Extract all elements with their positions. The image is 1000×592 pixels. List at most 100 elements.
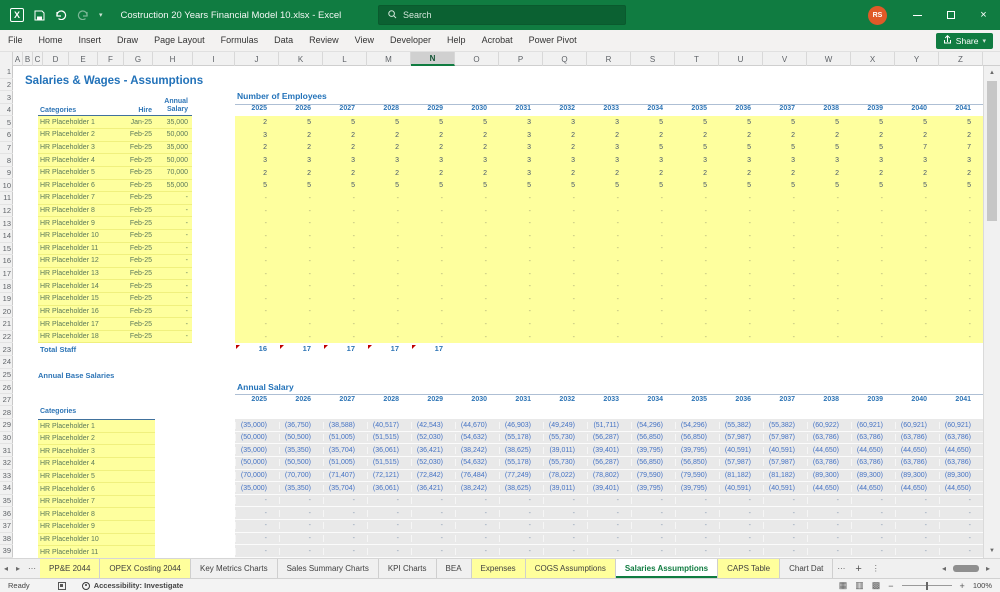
employee-empty-row[interactable]: ----------------- xyxy=(235,331,983,344)
salary-empty-cell[interactable]: - xyxy=(587,497,631,505)
employee-count-cell[interactable]: 3 xyxy=(719,157,763,164)
employee-count-cell[interactable]: 5 xyxy=(895,119,939,126)
employee-count-cell[interactable]: 2 xyxy=(851,170,895,177)
employee-empty-cell[interactable]: - xyxy=(939,233,983,240)
employee-count-cell[interactable]: 3 xyxy=(411,157,455,164)
salary-cell[interactable]: (78,802) xyxy=(587,471,631,479)
row-header-1[interactable]: 1 xyxy=(0,66,13,79)
employee-empty-cell[interactable]: - xyxy=(455,220,499,227)
sheet-nav-left-icon[interactable]: ◂ xyxy=(0,559,12,578)
staff-category-cell[interactable]: HR Placeholder 6 xyxy=(38,182,113,189)
employee-empty-row[interactable]: ----------------- xyxy=(235,192,983,205)
list-item[interactable]: HR Placeholder 8 xyxy=(38,508,155,522)
salary-cell[interactable]: (72,121) xyxy=(367,471,411,479)
row-header-6[interactable]: 6 xyxy=(0,129,13,142)
employee-empty-cell[interactable]: - xyxy=(455,334,499,341)
salary-empty-cell[interactable]: - xyxy=(631,547,675,555)
staff-hire-cell[interactable]: Feb-25 xyxy=(113,194,156,201)
employee-count-cell[interactable]: 2 xyxy=(675,132,719,139)
employee-count-cell[interactable]: 5 xyxy=(719,144,763,151)
staff-hire-cell[interactable]: Feb-25 xyxy=(113,245,156,252)
macro-record-icon[interactable] xyxy=(57,581,66,590)
employee-empty-cell[interactable]: - xyxy=(455,233,499,240)
employee-empty-cell[interactable]: - xyxy=(279,296,323,303)
staff-hire-cell[interactable]: Feb-25 xyxy=(113,220,156,227)
salary-empty-cell[interactable]: - xyxy=(763,509,807,517)
ribbon-tab-data[interactable]: Data xyxy=(266,30,301,51)
employee-empty-cell[interactable]: - xyxy=(543,283,587,290)
employee-empty-cell[interactable]: - xyxy=(367,258,411,265)
employee-count-cell[interactable]: 3 xyxy=(279,157,323,164)
salary-empty-cell[interactable]: - xyxy=(235,497,279,505)
employee-empty-cell[interactable]: - xyxy=(367,195,411,202)
column-header-S[interactable]: S xyxy=(631,52,675,66)
employee-empty-cell[interactable]: - xyxy=(895,271,939,278)
employee-count-cell[interactable]: 2 xyxy=(543,132,587,139)
employee-count-cell[interactable]: 5 xyxy=(367,119,411,126)
ribbon-tab-page-layout[interactable]: Page Layout xyxy=(146,30,213,51)
employee-count-cell[interactable]: 2 xyxy=(763,170,807,177)
employee-empty-cell[interactable]: - xyxy=(719,334,763,341)
employee-empty-cell[interactable]: - xyxy=(279,258,323,265)
employee-empty-cell[interactable]: - xyxy=(411,245,455,252)
salary-cell[interactable]: (78,022) xyxy=(543,471,587,479)
table-row[interactable]: HR Placeholder 7 Feb-25- xyxy=(38,192,192,205)
employee-count-cell[interactable]: 2 xyxy=(367,144,411,151)
column-header-G[interactable]: G xyxy=(124,52,153,66)
salary-cell[interactable]: (39,011) xyxy=(543,446,587,454)
employee-empty-cell[interactable]: - xyxy=(719,245,763,252)
salary-row[interactable]: (50,000) (50,500) (51,005) (51,515) (52,030)… xyxy=(235,431,983,445)
list-item[interactable]: HR Placeholder 7 xyxy=(38,495,155,509)
salary-empty-cell[interactable]: - xyxy=(939,535,983,542)
salary-empty-cell[interactable]: - xyxy=(279,509,323,517)
salary-cell[interactable]: (35,000) xyxy=(235,484,279,492)
salary-empty-cell[interactable]: - xyxy=(895,509,939,517)
table-row[interactable]: HR Placeholder 12 Feb-25- xyxy=(38,255,192,268)
salary-empty-cell[interactable]: - xyxy=(807,509,851,517)
employee-empty-cell[interactable]: - xyxy=(675,321,719,328)
salary-cell[interactable]: (50,500) xyxy=(279,459,323,467)
salary-empty-cell[interactable]: - xyxy=(411,509,455,517)
employee-count-cell[interactable]: 2 xyxy=(455,170,499,177)
employee-count-cell[interactable]: 2 xyxy=(323,132,367,139)
employee-empty-cell[interactable]: - xyxy=(807,334,851,341)
staff-salary-cell[interactable]: - xyxy=(156,245,192,252)
employee-empty-cell[interactable]: - xyxy=(895,208,939,215)
list-item[interactable]: HR Placeholder 6 xyxy=(38,483,155,496)
row-header-19[interactable]: 19 xyxy=(0,293,13,306)
salary-cell[interactable]: (60,921) xyxy=(895,421,939,429)
employee-empty-cell[interactable]: - xyxy=(587,258,631,265)
staff-salary-cell[interactable]: - xyxy=(156,270,192,277)
salary-cell[interactable]: (89,300) xyxy=(939,471,983,479)
employee-empty-cell[interactable]: - xyxy=(367,334,411,341)
salary-empty-cell[interactable]: - xyxy=(455,547,499,555)
employee-count-cell[interactable]: 3 xyxy=(543,119,587,126)
sheet-tab-salaries-assumptions[interactable]: Salaries Assumptions xyxy=(615,559,719,578)
employee-count-cell[interactable]: 2 xyxy=(455,144,499,151)
salary-empty-cell[interactable]: - xyxy=(851,497,895,505)
column-header-Y[interactable]: Y xyxy=(895,52,939,66)
staff-category-cell[interactable]: HR Placeholder 16 xyxy=(38,308,113,315)
salary-empty-cell[interactable]: - xyxy=(719,497,763,505)
employee-count-cell[interactable]: 3 xyxy=(235,132,279,139)
employee-count-cell[interactable]: 2 xyxy=(279,132,323,139)
salary-cell[interactable]: (36,421) xyxy=(411,446,455,454)
employee-count-cell[interactable]: 2 xyxy=(675,170,719,177)
salary-empty-cell[interactable]: - xyxy=(411,547,455,555)
column-header-P[interactable]: P xyxy=(499,52,543,66)
salary-empty-cell[interactable]: - xyxy=(631,522,675,530)
row-header-30[interactable]: 30 xyxy=(0,432,13,445)
employee-empty-cell[interactable]: - xyxy=(235,321,279,328)
salary-cell[interactable]: (39,795) xyxy=(631,446,675,454)
salary-cell[interactable]: (44,650) xyxy=(939,484,983,492)
employee-empty-cell[interactable]: - xyxy=(323,245,367,252)
employee-count-cell[interactable]: 2 xyxy=(763,132,807,139)
salary-cell[interactable]: (55,730) xyxy=(543,434,587,442)
staff-hire-cell[interactable]: Feb-25 xyxy=(113,182,156,189)
salary-cell[interactable]: (63,786) xyxy=(807,459,851,467)
staff-salary-cell[interactable]: - xyxy=(156,308,192,315)
employee-count-cell[interactable]: 2 xyxy=(631,170,675,177)
salary-empty-cell[interactable]: - xyxy=(719,535,763,542)
sheet-nav-more-icon[interactable]: ⋯ xyxy=(24,559,40,578)
column-header-A[interactable]: A xyxy=(13,52,23,66)
